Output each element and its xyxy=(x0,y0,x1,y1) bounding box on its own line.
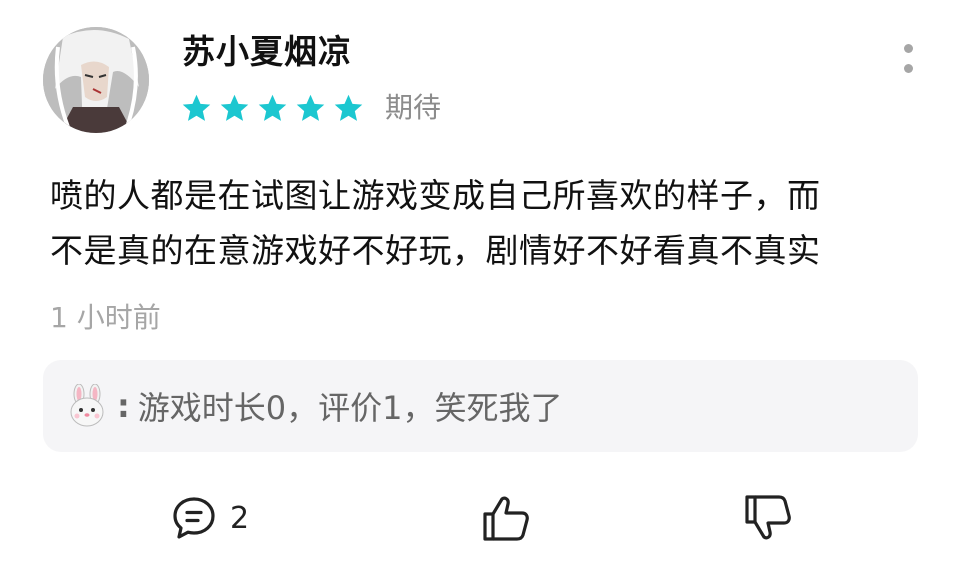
reply-separator: : xyxy=(117,387,130,425)
comment-timestamp: 1 小时前 xyxy=(50,301,161,334)
username[interactable]: 苏小夏烟凉 xyxy=(182,30,352,74)
review-card: 苏小夏烟凉 期待 喷的人都是在试图让游戏变成自己所喜欢的样子，而 不是真的在意游… xyxy=(0,0,960,573)
reply-text: 游戏时长0，评价1，笑死我了 xyxy=(137,389,563,427)
star-rating xyxy=(180,92,365,125)
rabbit-icon xyxy=(65,384,109,428)
user-avatar[interactable] xyxy=(43,27,149,133)
dislike-button[interactable] xyxy=(742,490,794,546)
star-icon xyxy=(256,92,289,125)
avatar-icon xyxy=(43,27,149,133)
comment-button[interactable]: 2 xyxy=(170,490,249,546)
comment-line: 不是真的在意游戏好不好玩，剧情好不好看真不真实 xyxy=(50,231,821,270)
comment-count: 2 xyxy=(230,500,250,536)
thumbs-down-icon xyxy=(745,495,791,540)
star-icon xyxy=(218,92,251,125)
more-vertical-icon[interactable] xyxy=(896,42,922,78)
like-button[interactable] xyxy=(480,490,532,546)
comment-body: 喷的人都是在试图让游戏变成自己所喜欢的样子，而 不是真的在意游戏好不好玩，剧情好… xyxy=(50,168,920,278)
reply-preview[interactable]: : 游戏时长0，评价1，笑死我了 xyxy=(43,360,918,452)
star-icon xyxy=(294,92,327,125)
comment-icon xyxy=(173,497,215,539)
thumbs-up-icon xyxy=(483,496,529,541)
star-icon xyxy=(180,92,213,125)
star-icon xyxy=(332,92,365,125)
comment-line: 喷的人都是在试图让游戏变成自己所喜欢的样子，而 xyxy=(50,176,821,215)
rating-row: 期待 xyxy=(180,88,441,128)
rating-label: 期待 xyxy=(385,91,442,124)
